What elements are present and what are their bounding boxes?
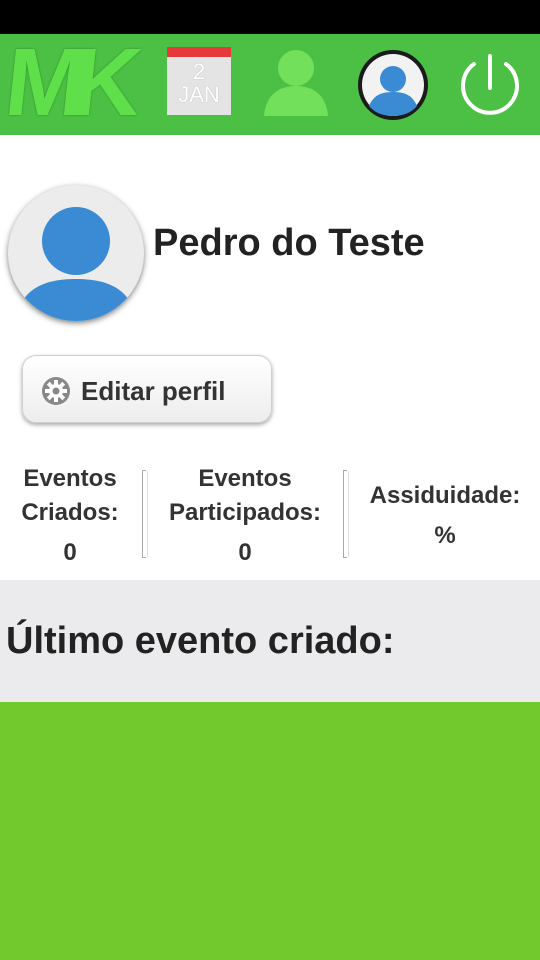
calendar-month: JAN: [178, 82, 220, 107]
person-icon[interactable]: [262, 46, 330, 118]
stat-participated-label-1: Eventos: [198, 465, 292, 492]
stat-attendance-value: %: [434, 522, 456, 549]
app-logo[interactable]: MK: [0, 29, 150, 136]
gear-icon: [42, 377, 70, 405]
power-icon[interactable]: [456, 52, 524, 118]
edit-profile-label: Editar perfil: [81, 376, 226, 406]
stat-events-created: Eventos Criados: 0: [0, 462, 140, 570]
last-event-title: Último evento criado:: [6, 620, 395, 662]
user-avatar: [8, 185, 144, 321]
stat-attendance-label: Assiduidade:: [369, 482, 521, 509]
stat-divider: [142, 470, 148, 558]
calendar-icon[interactable]: 2 JAN: [167, 47, 231, 115]
edit-profile-button[interactable]: Editar perfil: [22, 355, 272, 423]
stat-created-label-1: Eventos: [23, 465, 117, 492]
top-nav-bar: MK 2 JAN: [0, 29, 540, 136]
profile-avatar-icon[interactable]: [356, 48, 430, 122]
last-event-content[interactable]: [0, 702, 540, 960]
stat-created-label-2: Criados:: [21, 499, 119, 526]
stat-divider: [343, 470, 349, 558]
avatar-person-icon: [16, 207, 136, 321]
stat-events-participated: Eventos Participados: 0: [150, 462, 340, 570]
stat-participated-label-2: Participados:: [168, 499, 322, 526]
last-event-section: Último evento criado:: [0, 580, 540, 702]
stat-participated-value: 0: [238, 539, 252, 566]
stat-attendance: Assiduidade: %: [350, 479, 540, 553]
profile-name: Pedro do Teste: [153, 222, 425, 264]
calendar-day: 2: [192, 59, 206, 84]
stat-created-value: 0: [63, 539, 77, 566]
